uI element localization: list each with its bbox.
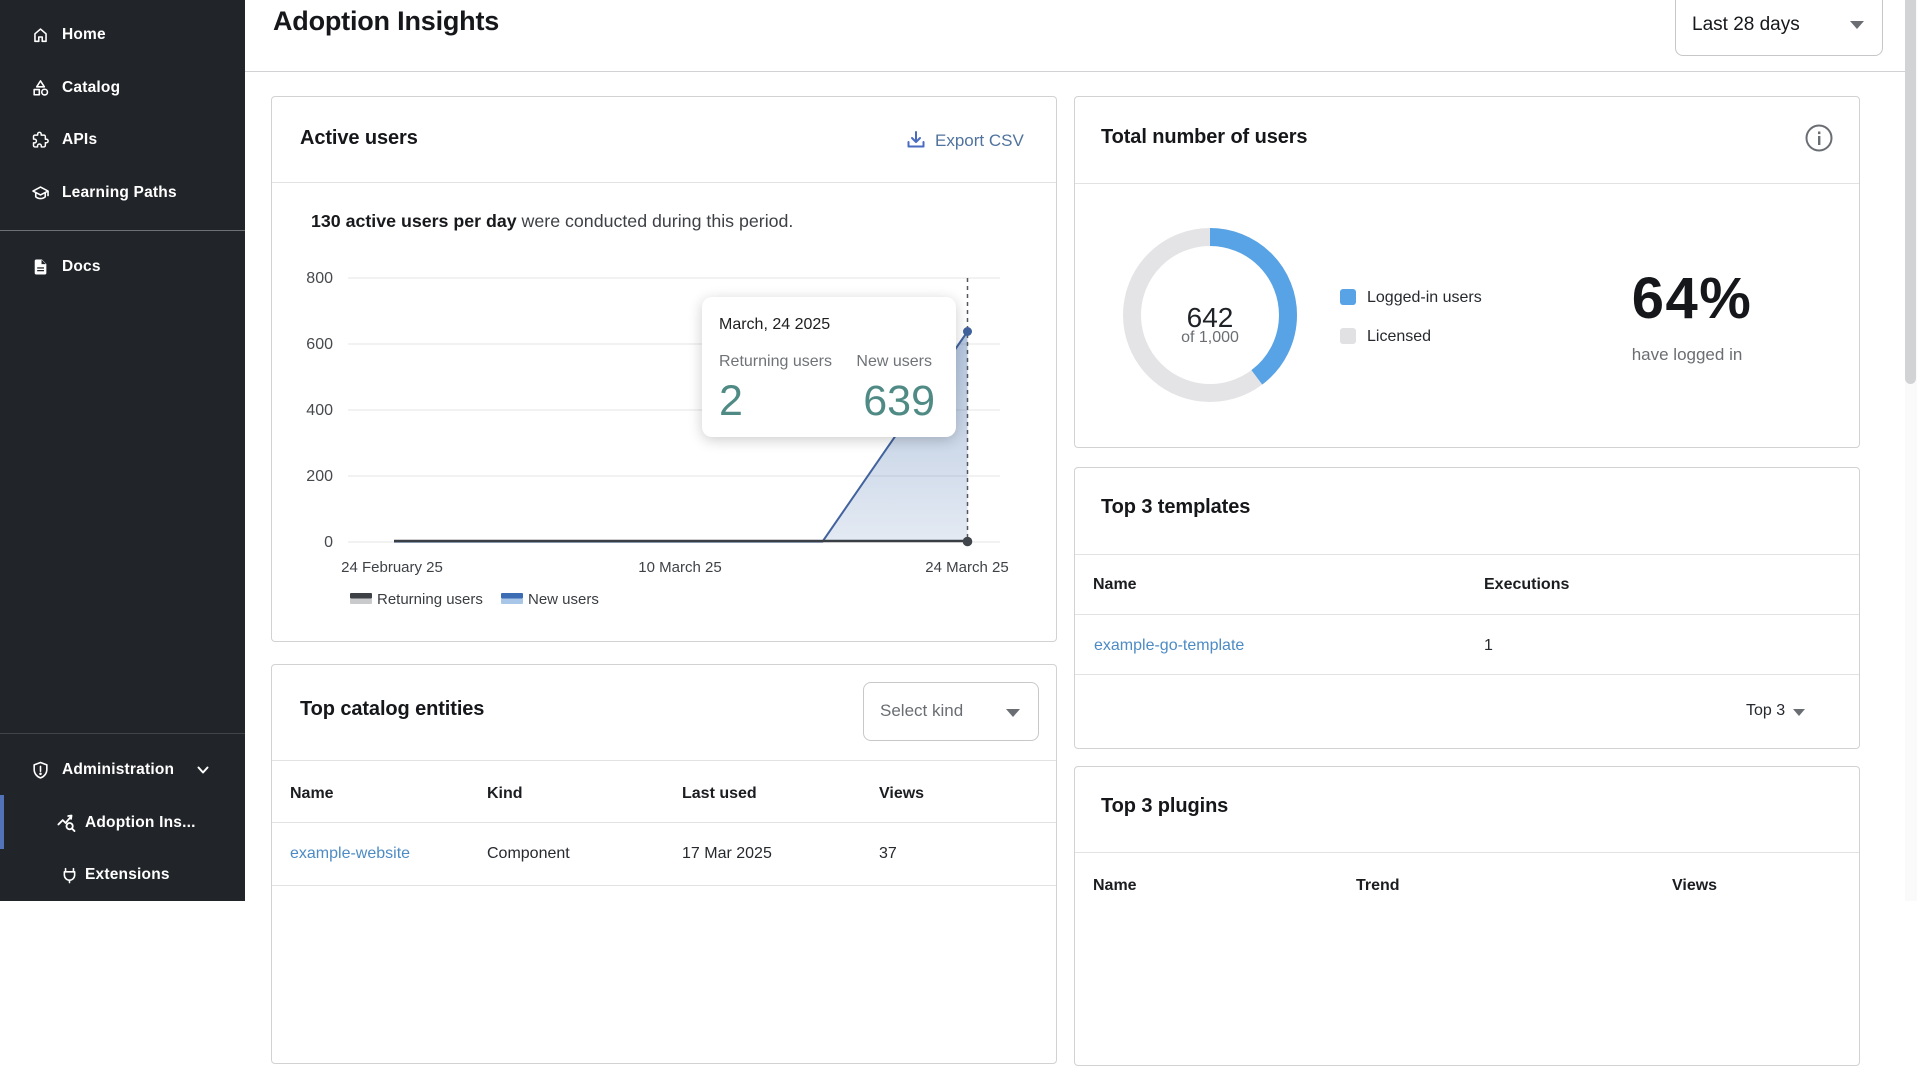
svg-text:800: 800 xyxy=(306,270,333,287)
svg-text:600: 600 xyxy=(306,336,333,353)
svg-text:24 March 25: 24 March 25 xyxy=(925,559,1008,576)
svg-text:Returning users: Returning users xyxy=(377,591,483,608)
svg-text:200: 200 xyxy=(306,468,333,485)
svg-text:10 March 25: 10 March 25 xyxy=(638,559,721,576)
svg-text:24 February 25: 24 February 25 xyxy=(341,559,443,576)
svg-text:400: 400 xyxy=(306,402,333,419)
svg-text:New users: New users xyxy=(528,591,599,608)
svg-text:0: 0 xyxy=(324,534,333,551)
